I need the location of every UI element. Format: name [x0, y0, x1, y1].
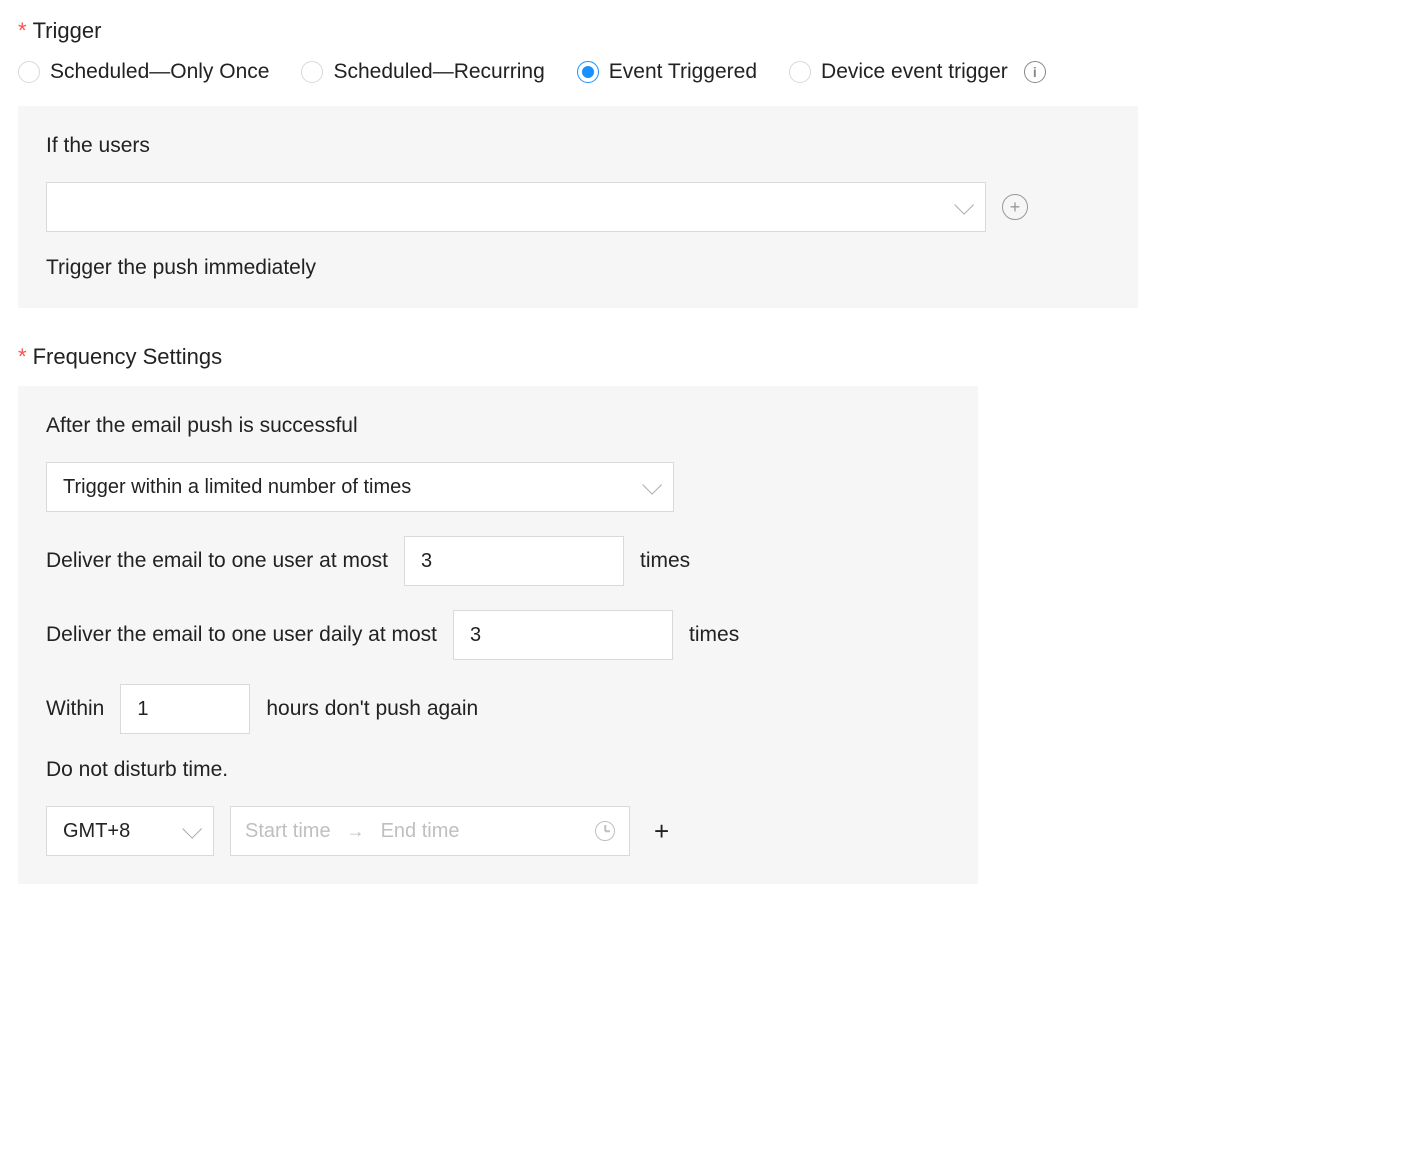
radio-device-event-trigger[interactable]: Device event trigger i: [789, 60, 1046, 84]
within-hours-input[interactable]: [120, 684, 250, 734]
info-icon[interactable]: i: [1024, 61, 1046, 83]
radio-scheduled-recurring[interactable]: Scheduled—Recurring: [301, 60, 544, 84]
end-time-placeholder: End time: [381, 820, 460, 843]
frequency-label-text: Frequency Settings: [33, 344, 223, 369]
after-success-label: After the email push is successful: [46, 414, 358, 438]
chevron-down-icon: [954, 195, 974, 215]
radio-scheduled-recurring-label: Scheduled—Recurring: [333, 60, 544, 84]
radio-circle-icon: [18, 61, 40, 83]
trigger-radio-group: Scheduled—Only Once Scheduled—Recurring …: [18, 60, 1396, 84]
deliver-at-most-input[interactable]: [404, 536, 624, 586]
radio-device-event-trigger-label: Device event trigger: [821, 60, 1008, 84]
add-dnd-range-button[interactable]: +: [646, 818, 677, 844]
arrow-right-icon: →: [347, 821, 365, 842]
start-time-placeholder: Start time: [245, 820, 331, 843]
radio-event-triggered-label: Event Triggered: [609, 60, 757, 84]
frequency-mode-value: Trigger within a limited number of times: [63, 476, 411, 499]
radio-circle-icon: [577, 61, 599, 83]
frequency-mode-select[interactable]: Trigger within a limited number of times: [46, 462, 674, 512]
radio-inner-icon: [582, 66, 594, 78]
radio-scheduled-once[interactable]: Scheduled—Only Once: [18, 60, 269, 84]
trigger-label-text: Trigger: [33, 18, 102, 43]
required-star-icon: *: [18, 18, 27, 43]
trigger-panel: If the users + Trigger the push immediat…: [18, 106, 1138, 308]
dnd-time-range[interactable]: Start time → End time: [230, 806, 630, 856]
deliver-daily-input[interactable]: [453, 610, 673, 660]
radio-event-triggered[interactable]: Event Triggered: [577, 60, 757, 84]
radio-scheduled-once-label: Scheduled—Only Once: [50, 60, 269, 84]
times-suffix-2: times: [689, 623, 739, 647]
deliver-daily-label: Deliver the email to one user daily at m…: [46, 623, 437, 647]
chevron-down-icon: [182, 819, 202, 839]
times-suffix-1: times: [640, 549, 690, 573]
frequency-panel: After the email push is successful Trigg…: [18, 386, 978, 884]
trigger-section-label: *Trigger: [18, 18, 1396, 44]
deliver-at-most-label: Deliver the email to one user at most: [46, 549, 388, 573]
frequency-section-label: *Frequency Settings: [18, 344, 1396, 370]
if-users-label: If the users: [46, 134, 150, 158]
required-star-icon: *: [18, 344, 27, 369]
dnd-label: Do not disturb time.: [46, 758, 228, 782]
timezone-select[interactable]: GMT+8: [46, 806, 214, 856]
users-event-select[interactable]: [46, 182, 986, 232]
push-immediate-label: Trigger the push immediately: [46, 256, 316, 280]
add-condition-button[interactable]: +: [1002, 194, 1028, 220]
timezone-value: GMT+8: [63, 820, 130, 843]
chevron-down-icon: [642, 475, 662, 495]
radio-circle-icon: [789, 61, 811, 83]
clock-icon: [595, 821, 615, 841]
within-suffix: hours don't push again: [266, 697, 478, 721]
within-prefix: Within: [46, 697, 104, 721]
radio-circle-icon: [301, 61, 323, 83]
